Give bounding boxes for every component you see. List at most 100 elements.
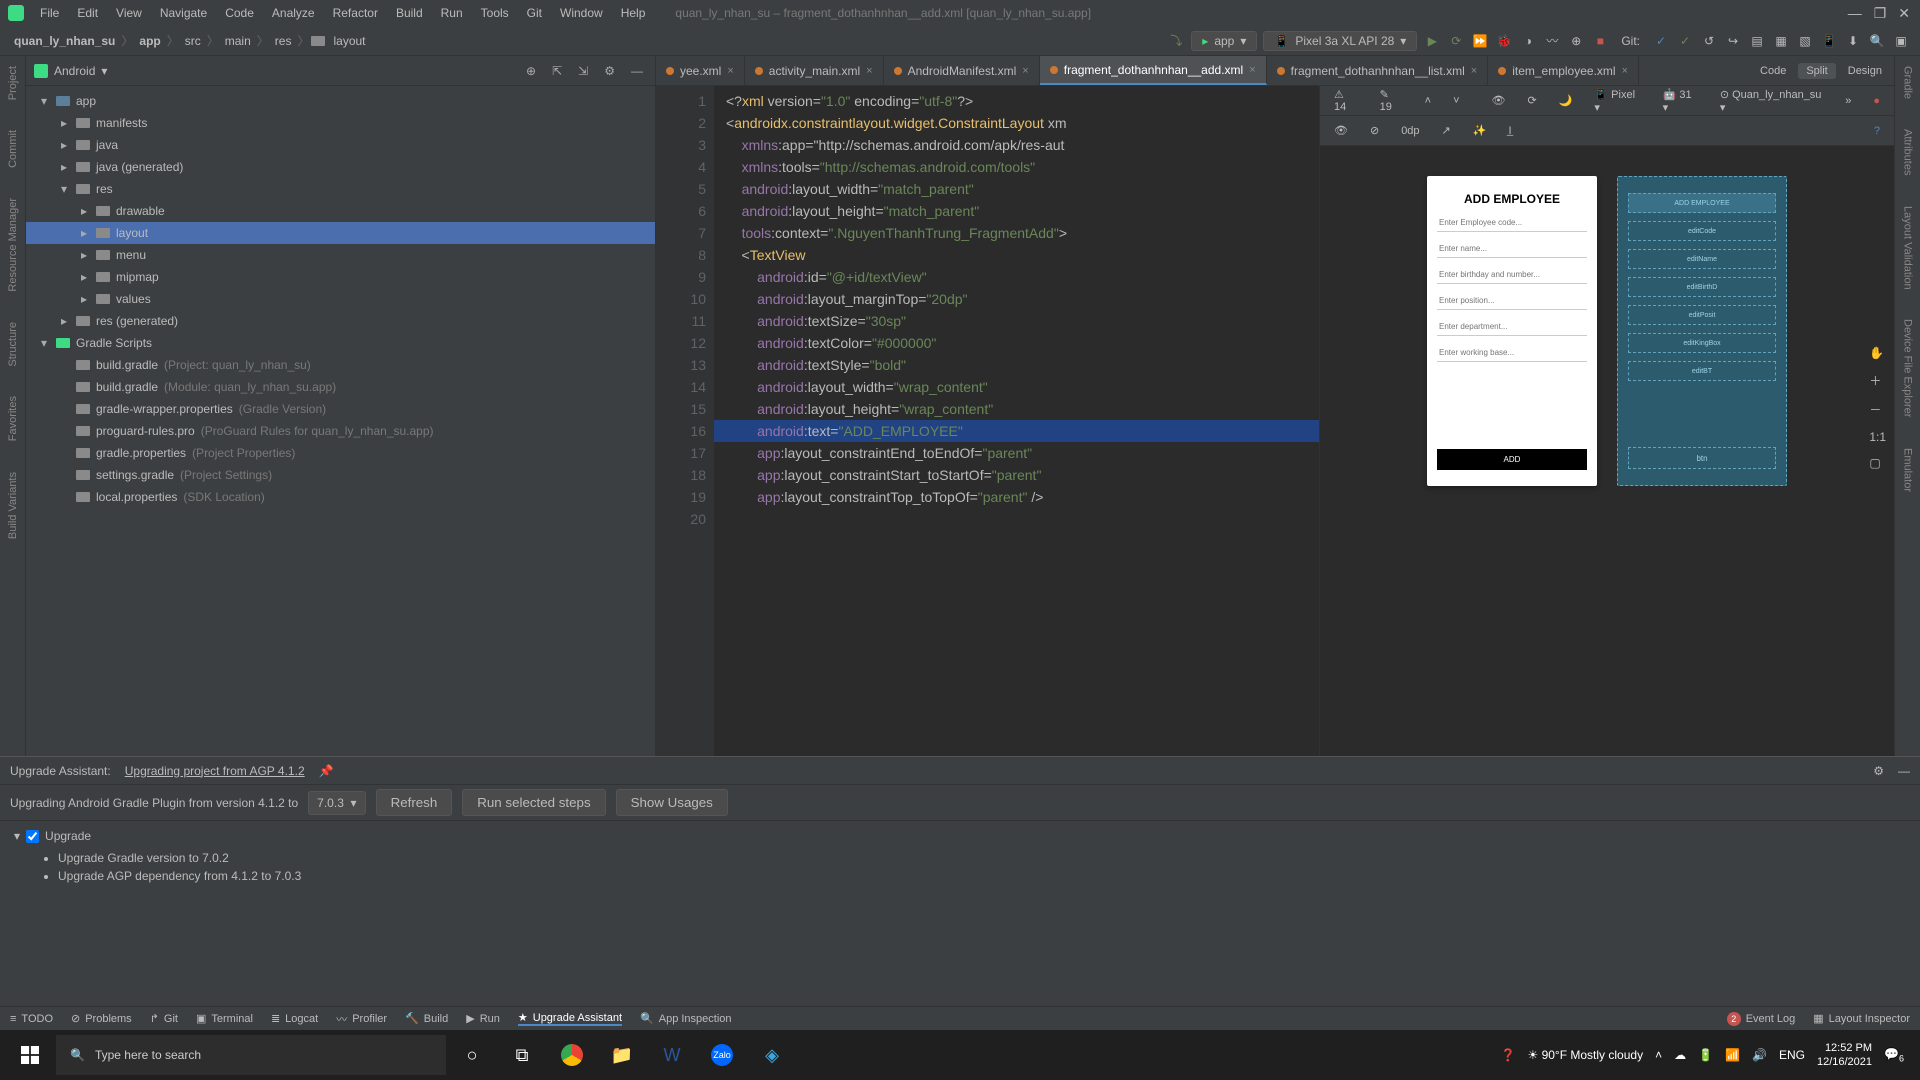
show-usages-button[interactable]: Show Usages — [616, 789, 728, 816]
app-icon[interactable]: ◈ — [748, 1031, 796, 1079]
upgrade-item-1[interactable]: Upgrade AGP dependency from 4.1.2 to 7.0… — [58, 867, 1906, 885]
tw-appinspect[interactable]: 🔍 App Inspection — [640, 1012, 731, 1025]
bp-row-2[interactable]: editName — [1628, 249, 1776, 269]
tree-node[interactable]: proguard-rules.pro(ProGuard Rules for qu… — [26, 420, 655, 442]
upgrade-item-0[interactable]: Upgrade Gradle version to 7.0.2 — [58, 849, 1906, 867]
zoom-in-icon[interactable]: ＋ — [1869, 372, 1886, 389]
menu-view[interactable]: View — [108, 3, 150, 23]
profiler-icon[interactable]: 〰 — [1543, 32, 1561, 50]
select-in-icon[interactable]: ⊕ — [522, 64, 540, 78]
refresh-button[interactable]: Refresh — [376, 789, 453, 816]
panel-hide-icon[interactable]: — — [1898, 764, 1910, 778]
minimize-icon[interactable]: — — [1848, 5, 1862, 21]
chrome-icon[interactable] — [548, 1031, 596, 1079]
vcs-revert-icon[interactable]: ↪ — [1724, 32, 1742, 50]
tb-icon-2[interactable]: ▦ — [1772, 32, 1790, 50]
tw-logcat[interactable]: ≣ Logcat — [271, 1012, 318, 1025]
clock[interactable]: 12:52 PM 12/16/2021 — [1817, 1041, 1872, 1069]
tree-node[interactable]: ▸res (generated) — [26, 310, 655, 332]
margin-select[interactable]: 0dp — [1395, 123, 1425, 139]
bp-row-3[interactable]: editBirthD — [1628, 277, 1776, 297]
tw-todo[interactable]: ≡ TODO — [10, 1013, 53, 1025]
coverage-icon[interactable]: ◑ — [1519, 32, 1537, 50]
tool-device-explorer[interactable]: Device File Explorer — [1902, 319, 1914, 417]
tw-terminal[interactable]: ▣ Terminal — [196, 1012, 253, 1025]
tw-upgrade[interactable]: ★ Upgrade Assistant — [518, 1011, 622, 1026]
tab-close-icon[interactable]: × — [1022, 65, 1028, 77]
zoom-fit-icon[interactable]: 1:1 — [1869, 430, 1886, 444]
tab-close-icon[interactable]: × — [727, 65, 733, 77]
notifications-icon[interactable]: 💬6 — [1884, 1047, 1904, 1063]
guideline-icon[interactable]: ↗ — [1436, 122, 1457, 139]
editor-tab[interactable]: fragment_dothanhnhan__add.xml× — [1040, 56, 1267, 85]
panel-settings-icon[interactable]: ⚙ — [1873, 764, 1884, 778]
tool-attributes[interactable]: Attributes — [1902, 129, 1914, 175]
tab-close-icon[interactable]: × — [1471, 65, 1477, 77]
wifi-icon[interactable]: 📶 — [1725, 1048, 1740, 1062]
project-view-selector[interactable]: Android ▾ — [34, 64, 107, 78]
onedrive-icon[interactable]: ☁ — [1674, 1048, 1686, 1062]
stop-icon[interactable]: ■ — [1591, 32, 1609, 50]
tree-node[interactable]: gradle.properties(Project Properties) — [26, 442, 655, 464]
tool-favorites[interactable]: Favorites — [7, 396, 19, 441]
crumb-src[interactable]: src — [181, 34, 205, 48]
menu-edit[interactable]: Edit — [69, 3, 106, 23]
theme-select[interactable]: ⊙ Quan_ly_nhan_su ▾ — [1714, 86, 1829, 116]
night-icon[interactable]: 🌙 — [1553, 92, 1579, 109]
bp-row-4[interactable]: editPosit — [1628, 305, 1776, 325]
editor-tab[interactable]: yee.xml× — [656, 56, 745, 85]
bp-row-1[interactable]: editCode — [1628, 221, 1776, 241]
tb-icon-1[interactable]: ▤ — [1748, 32, 1766, 50]
app-inspect-icon[interactable]: ⊕ — [1567, 32, 1585, 50]
tree-node[interactable]: ▸drawable — [26, 200, 655, 222]
crumb-layout[interactable]: layout — [329, 34, 369, 48]
tool-variants[interactable]: Build Variants — [7, 472, 19, 539]
vcs-commit-icon[interactable]: ✓ — [1676, 32, 1694, 50]
code-editor[interactable]: 1234567891011121314151617181920 <?xml ve… — [656, 86, 1319, 756]
design-preview[interactable]: ADD EMPLOYEE ADD — [1427, 176, 1597, 486]
close-icon[interactable]: ✕ — [1898, 5, 1910, 22]
error-badge-icon[interactable]: ● — [1867, 93, 1886, 109]
upgrade-checkbox[interactable] — [26, 830, 39, 843]
zoom-out-icon[interactable]: － — [1869, 401, 1886, 418]
tree-node[interactable]: ▸java — [26, 134, 655, 156]
tool-structure[interactable]: Structure — [7, 322, 19, 367]
editor-tab[interactable]: fragment_dothanhnhan__list.xml× — [1267, 56, 1489, 85]
project-tree[interactable]: ▾app▸manifests▸java▸java (generated)▾res… — [26, 86, 655, 756]
menu-git[interactable]: Git — [519, 3, 550, 23]
tree-node[interactable]: build.gradle(Module: quan_ly_nhan_su.app… — [26, 376, 655, 398]
tb-icon-3[interactable]: ▧ — [1796, 32, 1814, 50]
expand-all-icon[interactable]: ⇱ — [548, 64, 566, 78]
tree-node[interactable]: ▾res — [26, 178, 655, 200]
menu-file[interactable]: File — [32, 3, 67, 23]
avd-icon[interactable]: 📱 — [1820, 32, 1838, 50]
help-icon[interactable]: ? — [1868, 123, 1886, 139]
task-view-icon[interactable]: ⧉ — [498, 1031, 546, 1079]
cortana-icon[interactable]: ○ — [448, 1031, 496, 1079]
bp-row-6[interactable]: editBT — [1628, 361, 1776, 381]
tree-node[interactable]: gradle-wrapper.properties(Gradle Version… — [26, 398, 655, 420]
tree-node[interactable]: ▸mipmap — [26, 266, 655, 288]
wand-icon[interactable]: ✨ — [1467, 122, 1493, 139]
start-button[interactable] — [6, 1031, 54, 1079]
debug-icon[interactable]: 🐞 — [1495, 32, 1513, 50]
tw-run[interactable]: ▶ Run — [466, 1012, 500, 1025]
editor-tab[interactable]: item_employee.xml× — [1488, 56, 1639, 85]
attach-debugger-icon[interactable]: ⏩ — [1471, 32, 1489, 50]
tool-emulator[interactable]: Emulator — [1902, 448, 1914, 492]
tw-problems[interactable]: ⊘ Problems — [71, 1012, 132, 1025]
tree-node[interactable]: ▾Gradle Scripts — [26, 332, 655, 354]
vcs-history-icon[interactable]: ↺ — [1700, 32, 1718, 50]
design-warn-b[interactable]: ✎ 19 — [1374, 86, 1409, 115]
design-nav-up[interactable]: ˄ — [1419, 93, 1437, 109]
tool-gradle[interactable]: Gradle — [1902, 66, 1914, 99]
bp-button[interactable]: btn — [1628, 447, 1776, 469]
crumb-res[interactable]: res — [271, 34, 296, 48]
menu-window[interactable]: Window — [552, 3, 611, 23]
design-view-icon[interactable]: 👁 — [1486, 92, 1512, 109]
zalo-icon[interactable]: Zalo — [698, 1031, 746, 1079]
menu-help[interactable]: Help — [613, 3, 654, 23]
menu-run[interactable]: Run — [433, 3, 471, 23]
tree-node[interactable]: local.properties(SDK Location) — [26, 486, 655, 508]
mode-design[interactable]: Design — [1840, 63, 1890, 79]
